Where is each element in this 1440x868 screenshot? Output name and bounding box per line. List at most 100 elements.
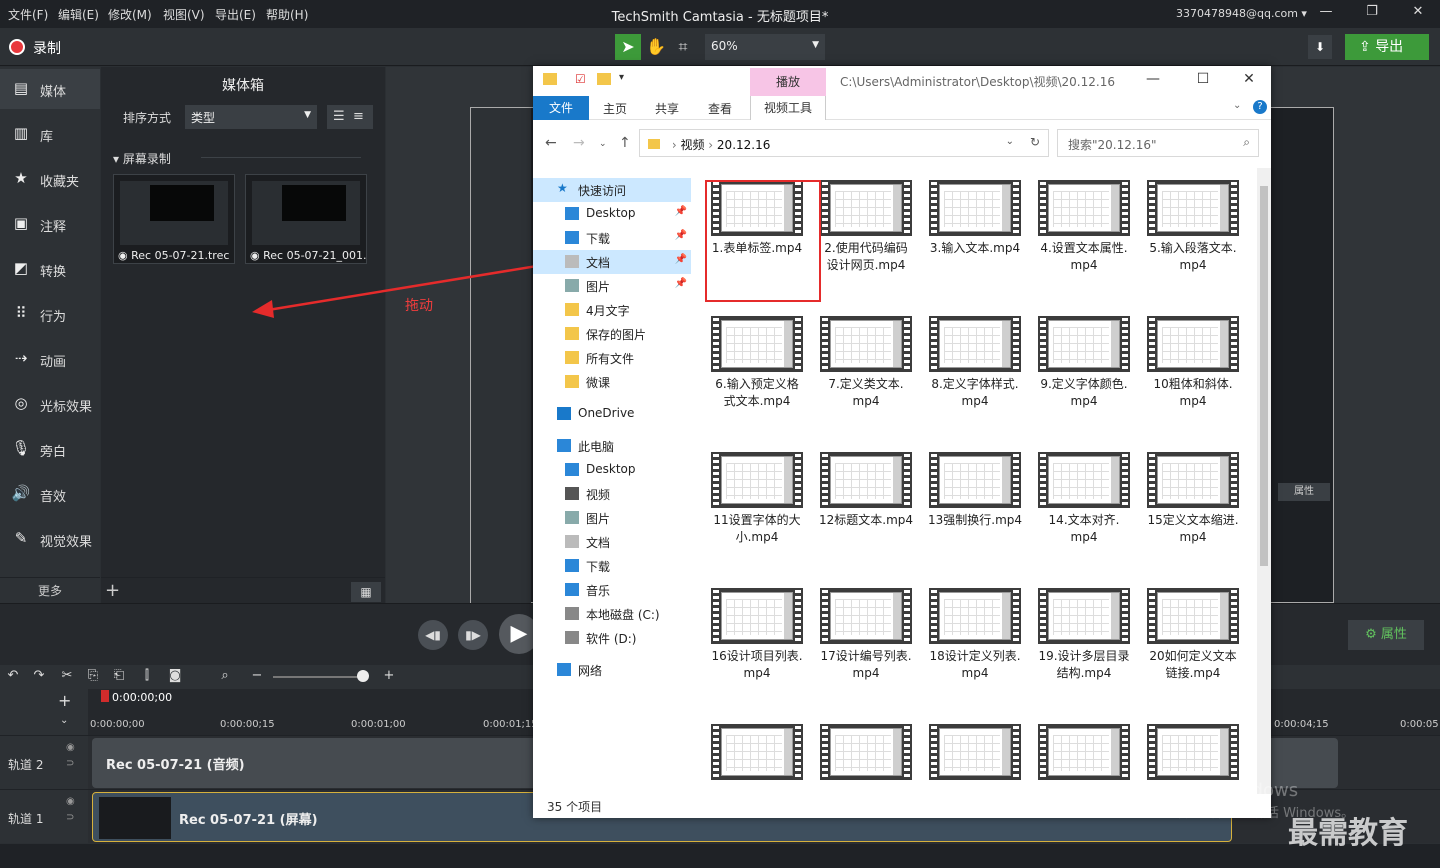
file-item[interactable]: 9.定义字体颜色. mp4: [1032, 308, 1136, 436]
snapshot-icon[interactable]: ◙: [166, 668, 184, 686]
properties-button[interactable]: ⚙ 属性: [1348, 620, 1424, 650]
lock-icon[interactable]: ⊃: [66, 812, 74, 823]
add-track-icon[interactable]: +: [58, 691, 71, 710]
nav-item[interactable]: ★ 快速访问: [533, 178, 691, 202]
rail-item-library[interactable]: ▥ 库: [0, 114, 100, 154]
nav-item[interactable]: 网络: [533, 658, 691, 682]
zoom-select[interactable]: 60% ▼: [705, 34, 825, 60]
back-icon[interactable]: ←: [545, 135, 557, 151]
list-view-icon[interactable]: ☰: [333, 109, 345, 124]
redo-icon[interactable]: ↷: [30, 668, 48, 686]
nav-item[interactable]: Desktop: [533, 458, 691, 482]
menu-export[interactable]: 导出(E): [215, 6, 256, 23]
properties-icon[interactable]: ☑: [575, 72, 586, 86]
file-item[interactable]: 16设计项目列表. mp4: [705, 580, 809, 708]
sort-icon[interactable]: ≡: [353, 109, 364, 124]
menu-file[interactable]: 文件(F): [8, 6, 48, 23]
maximize-icon[interactable]: ☐: [1183, 71, 1223, 91]
file-item[interactable]: 8.定义字体样式. mp4: [923, 308, 1027, 436]
step-forward-icon[interactable]: ▮▶: [458, 620, 488, 650]
file-item[interactable]: [814, 716, 918, 790]
file-item[interactable]: 2.使用代码编码 设计网页.mp4: [814, 172, 918, 300]
canvas-properties-button[interactable]: 属性: [1278, 483, 1330, 501]
nav-item[interactable]: 本地磁盘 (C:): [533, 602, 691, 626]
file-item[interactable]: 14.文本对齐. mp4: [1032, 444, 1136, 572]
lock-icon[interactable]: ⊃: [66, 758, 74, 769]
nav-item[interactable]: 软件 (D:): [533, 626, 691, 650]
vertical-scrollbar[interactable]: [1257, 168, 1271, 796]
record-button-label[interactable]: 录制: [33, 38, 61, 58]
view-toggle[interactable]: ☰ ≡: [327, 105, 373, 129]
timeline-scrollbar[interactable]: [0, 844, 1440, 868]
select-tool-icon[interactable]: ➤: [615, 34, 641, 60]
file-item[interactable]: 3.输入文本.mp4: [923, 172, 1027, 300]
sort-select[interactable]: 类型 ▼: [185, 105, 317, 129]
search-icon[interactable]: ⌕: [216, 668, 234, 686]
quick-access-dropdown-icon[interactable]: ▾: [619, 72, 624, 83]
eye-icon[interactable]: ◉: [66, 742, 75, 753]
menu-help[interactable]: 帮助(H): [266, 6, 308, 23]
minimize-icon[interactable]: —: [1133, 71, 1173, 91]
nav-item[interactable]: 保存的图片: [533, 322, 691, 346]
nav-item[interactable]: 图片: [533, 506, 691, 530]
pan-tool-icon[interactable]: ✋: [643, 34, 669, 60]
recent-dropdown-icon[interactable]: ⌄: [599, 139, 607, 149]
file-item[interactable]: 7.定义类文本. mp4: [814, 308, 918, 436]
restore-icon[interactable]: ❐: [1360, 4, 1384, 24]
zoom-in-icon[interactable]: +: [380, 668, 398, 686]
menu-view[interactable]: 视图(V): [163, 6, 205, 23]
close-icon[interactable]: ✕: [1406, 4, 1430, 24]
breadcrumb-item[interactable]: 20.12.16: [717, 138, 770, 152]
file-item[interactable]: 4.设置文本属性. mp4: [1032, 172, 1136, 300]
file-item[interactable]: 11设置字体的大 小.mp4: [705, 444, 809, 572]
record-icon[interactable]: [9, 39, 25, 55]
menu-edit[interactable]: 编辑(E): [58, 6, 99, 23]
ribbon-tab-view[interactable]: 查看: [708, 100, 732, 117]
rail-item-visual-effects[interactable]: ✎ 视觉效果: [0, 519, 100, 559]
nav-item[interactable]: 文档 📌: [533, 250, 691, 274]
track-header[interactable]: 轨道 2 ◉ ⊃: [0, 735, 88, 789]
rail-item-narration[interactable]: 🎙 旁白: [0, 429, 100, 469]
nav-item[interactable]: 所有文件: [533, 346, 691, 370]
file-item[interactable]: [705, 716, 809, 790]
file-item[interactable]: [1032, 716, 1136, 790]
nav-item[interactable]: 视频: [533, 482, 691, 506]
rail-item-audio-effects[interactable]: 🔊 音效: [0, 474, 100, 514]
file-item[interactable]: 12标题文本.mp4: [814, 444, 918, 572]
rail-more-button[interactable]: 更多: [0, 577, 100, 603]
chevron-down-icon[interactable]: ⌄: [1233, 100, 1241, 111]
paste-icon[interactable]: ⎗: [110, 668, 128, 686]
rail-item-transitions[interactable]: ◩ 转换: [0, 249, 100, 289]
nav-item[interactable]: Desktop 📌: [533, 202, 691, 226]
new-folder-icon[interactable]: [597, 73, 611, 85]
nav-item[interactable]: 微课: [533, 370, 691, 394]
file-item[interactable]: 6.输入预定义格 式文本.mp4: [705, 308, 809, 436]
rail-item-favorites[interactable]: ★ 收藏夹: [0, 159, 100, 199]
undo-icon[interactable]: ↶: [4, 668, 22, 686]
split-icon[interactable]: ⫿: [138, 668, 156, 686]
slider-knob[interactable]: [357, 670, 369, 682]
scrollbar-thumb[interactable]: [1260, 186, 1268, 566]
up-icon[interactable]: ↑: [619, 135, 631, 151]
grid-view-icon[interactable]: ▦: [351, 582, 381, 602]
account-menu[interactable]: 3370478948@qq.com ▾: [1176, 7, 1307, 20]
step-back-icon[interactable]: ◀▮: [418, 620, 448, 650]
minimize-icon[interactable]: —: [1314, 4, 1338, 24]
playhead[interactable]: [101, 690, 109, 702]
file-item[interactable]: [923, 716, 1027, 790]
nav-item[interactable]: 音乐: [533, 578, 691, 602]
media-item[interactable]: ◉ Rec 05-07-21_001...: [245, 174, 367, 264]
rail-item-media[interactable]: ▤ 媒体: [0, 69, 100, 109]
nav-item[interactable]: 此电脑: [533, 434, 691, 458]
refresh-icon[interactable]: ↻: [1030, 135, 1040, 149]
pin-icon[interactable]: 📌: [675, 206, 687, 217]
file-item[interactable]: 5.输入段落文本. mp4: [1141, 172, 1245, 300]
nav-item[interactable]: 下载 📌: [533, 226, 691, 250]
file-item[interactable]: 15定义文本缩进. mp4: [1141, 444, 1245, 572]
add-icon[interactable]: +: [105, 580, 120, 601]
file-item[interactable]: 19.设计多层目录 结构.mp4: [1032, 580, 1136, 708]
forward-icon[interactable]: →: [573, 135, 585, 151]
nav-item[interactable]: 文档: [533, 530, 691, 554]
nav-item[interactable]: 4月文字: [533, 298, 691, 322]
breadcrumb-item[interactable]: 视频: [680, 138, 704, 152]
